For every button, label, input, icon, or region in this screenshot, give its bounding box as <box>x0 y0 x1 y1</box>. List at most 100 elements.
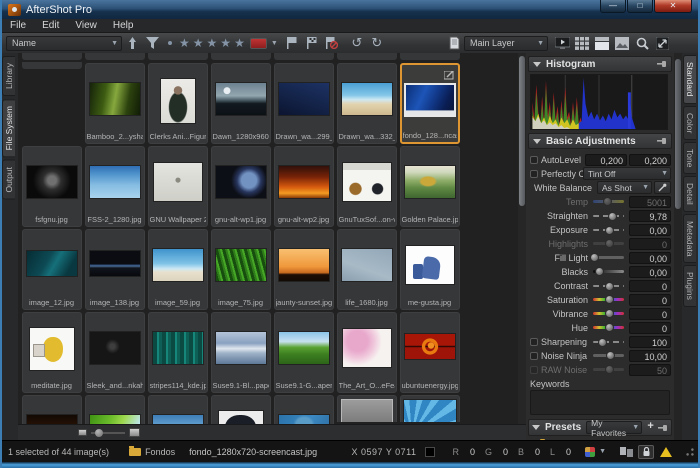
white-balance-dropdown[interactable]: As Shot ▼ <box>597 181 652 194</box>
collapse-triangle-icon[interactable] <box>533 139 541 144</box>
basic-adjustments-header[interactable]: Basic Adjustments <box>528 133 672 149</box>
hue-slider-knob[interactable] <box>605 323 614 332</box>
flag-remove-icon[interactable] <box>323 35 341 51</box>
exposure-slider-knob[interactable] <box>605 226 614 235</box>
thumbnail-cell[interactable]: gnu-alt-wp2.jpg <box>274 146 334 227</box>
raw-noise-slider-knob[interactable] <box>605 365 614 374</box>
noise-ninja-slider-knob[interactable] <box>606 351 615 360</box>
noise-ninja-value[interactable]: 10,00 <box>629 350 671 362</box>
thumbnail-cell[interactable]: life_1680.jpg <box>337 229 397 310</box>
sort-dropdown[interactable]: Name ▼ <box>6 36 122 51</box>
raw-noise-value[interactable]: 50 <box>629 364 671 376</box>
flag-checkered-icon[interactable] <box>303 35 321 51</box>
thumbnail-cell[interactable]: Wallpaper02.jpg <box>274 395 334 424</box>
thumbnail-cell[interactable]: Drawn_wa...299_.jpg <box>274 63 334 144</box>
star-icon[interactable]: ★ <box>193 36 207 50</box>
saturation-slider-knob[interactable] <box>605 295 614 304</box>
sidebar-tab-output[interactable]: Output <box>2 160 15 200</box>
vibrance-value[interactable]: 0 <box>629 308 671 320</box>
thumbnail-cell[interactable]: vista-wall...r-dock.jpg <box>148 395 208 424</box>
thumbnail-cell[interactable]: me-gusta.jpg <box>400 229 460 310</box>
blacks-slider[interactable] <box>593 270 624 273</box>
layer-dropdown[interactable]: Main Layer ▼ <box>464 36 548 51</box>
chevron-down-icon[interactable]: ▼ <box>599 448 606 455</box>
thumbnail-cell-partial[interactable] <box>85 53 145 60</box>
histogram-header[interactable]: Histogram <box>528 56 672 72</box>
thumbnail-cell-partial[interactable] <box>274 53 334 60</box>
menu-file[interactable]: File <box>2 19 34 32</box>
thumbnail-cell[interactable]: Drawn_wa...332_.jpg <box>337 63 397 144</box>
noise-ninja-checkbox[interactable] <box>530 352 538 360</box>
temp-slider-knob[interactable] <box>603 197 612 206</box>
grid-scrollbar-thumb[interactable] <box>519 56 525 206</box>
pin-icon[interactable] <box>658 424 668 432</box>
thumbnail-size-slider[interactable] <box>87 432 129 434</box>
exposure-slider[interactable] <box>593 229 624 231</box>
thumbnail-cell[interactable]: vista-wall...h-tree.jpg <box>85 395 145 424</box>
thumbnail-cell[interactable]: jaunty-sunset.jpg <box>274 229 334 310</box>
add-preset-button[interactable]: + <box>645 421 656 434</box>
straighten-value[interactable]: 9,78 <box>629 210 671 222</box>
thumbnail-cell-partial[interactable] <box>400 53 460 60</box>
star-icon[interactable]: ★ <box>234 36 248 50</box>
thumbnail-cell[interactable]: Sleek_and...nkahn.jpg <box>85 312 145 393</box>
tint-dropdown[interactable]: Tint Off ▼ <box>583 167 671 180</box>
maximize-button[interactable]: □ <box>627 0 653 13</box>
thumbnail-cell-partial[interactable] <box>22 62 82 69</box>
minimize-button[interactable]: — <box>600 0 626 13</box>
magnifier-icon[interactable] <box>633 35 651 51</box>
collapse-triangle-icon[interactable] <box>532 425 540 430</box>
browse-view-icon[interactable] <box>593 35 611 51</box>
small-thumbnails-icon[interactable] <box>78 429 87 436</box>
thumbnail-cell[interactable]: meditate.jpg <box>22 312 82 393</box>
keywords-input[interactable] <box>530 390 670 415</box>
vibrance-slider[interactable] <box>593 312 624 315</box>
thumbnail-cell-partial[interactable] <box>211 53 271 60</box>
thumbnail-cell[interactable]: Unveil.jpeg <box>22 395 82 424</box>
star-icon[interactable]: ★ <box>179 36 193 50</box>
fullscreen-icon[interactable] <box>653 35 671 51</box>
thumbnail-cell[interactable]: Dawn_1280x960.jpg <box>211 63 271 144</box>
pin-icon[interactable] <box>657 60 667 68</box>
thumbnail-cell[interactable]: Suse9.1-Bl...papers.jpg <box>211 312 271 393</box>
saturation-slider[interactable] <box>593 298 624 301</box>
thumbnail-cell[interactable]: gnu-alt-wp1.jpg <box>211 146 271 227</box>
straighten-slider[interactable] <box>593 215 624 217</box>
slideshow-icon[interactable] <box>553 35 571 51</box>
star-icon[interactable]: ★ <box>220 36 234 50</box>
thumbnail-cell[interactable]: image_138.jpg <box>85 229 145 310</box>
panel-tab-metadata[interactable]: Metadata <box>683 214 696 263</box>
autolevel-checkbox[interactable] <box>530 156 538 164</box>
thumbnail-cell[interactable]: image_12.jpg <box>22 229 82 310</box>
filter-icon[interactable] <box>143 35 161 51</box>
fill-light-value[interactable]: 0,00 <box>629 252 671 264</box>
eyedropper-button[interactable] <box>654 181 671 194</box>
star-rating-filter[interactable]: ★★★★★ <box>179 36 248 50</box>
raw-noise-checkbox[interactable] <box>530 366 538 374</box>
thumbnail-cell[interactable]: image_75.jpg <box>211 229 271 310</box>
sidebar-tab-file-system[interactable]: File System <box>2 99 15 157</box>
autolevel-value-1[interactable]: 0,200 <box>585 154 627 166</box>
contrast-value[interactable]: 0 <box>629 280 671 292</box>
dual-monitor-icon[interactable] <box>618 445 634 459</box>
straighten-slider-knob[interactable] <box>608 212 617 221</box>
grid-scrollbar[interactable] <box>518 53 526 424</box>
sharpening-slider-knob[interactable] <box>598 338 607 347</box>
thumbnail-cell[interactable]: The_Art_O...eFear.jpg <box>337 312 397 393</box>
fill-light-slider-knob[interactable] <box>590 253 599 262</box>
rotate-left-icon[interactable]: ↺ <box>348 35 366 51</box>
rotate-right-icon[interactable]: ↻ <box>368 35 386 51</box>
warning-icon[interactable] <box>658 445 674 459</box>
close-button[interactable]: ✕ <box>654 0 692 13</box>
hue-slider[interactable] <box>593 326 624 329</box>
star-icon[interactable]: ★ <box>207 36 221 50</box>
temp-slider[interactable] <box>593 200 624 203</box>
thumbnail-cell[interactable]: Clerks Ani...Figure.jpg <box>148 63 208 144</box>
thumbnail-cell[interactable]: GNU Wallpaper 2.jpg <box>148 146 208 227</box>
fill-light-slider[interactable] <box>593 256 624 259</box>
thumbnail-cell-partial[interactable] <box>22 53 82 60</box>
thumbnail-cell-partial[interactable] <box>148 53 208 60</box>
saturation-value[interactable]: 0 <box>629 294 671 306</box>
thumbnail-view-icon[interactable] <box>573 35 591 51</box>
sidebar-tab-library[interactable]: Library <box>2 56 15 96</box>
